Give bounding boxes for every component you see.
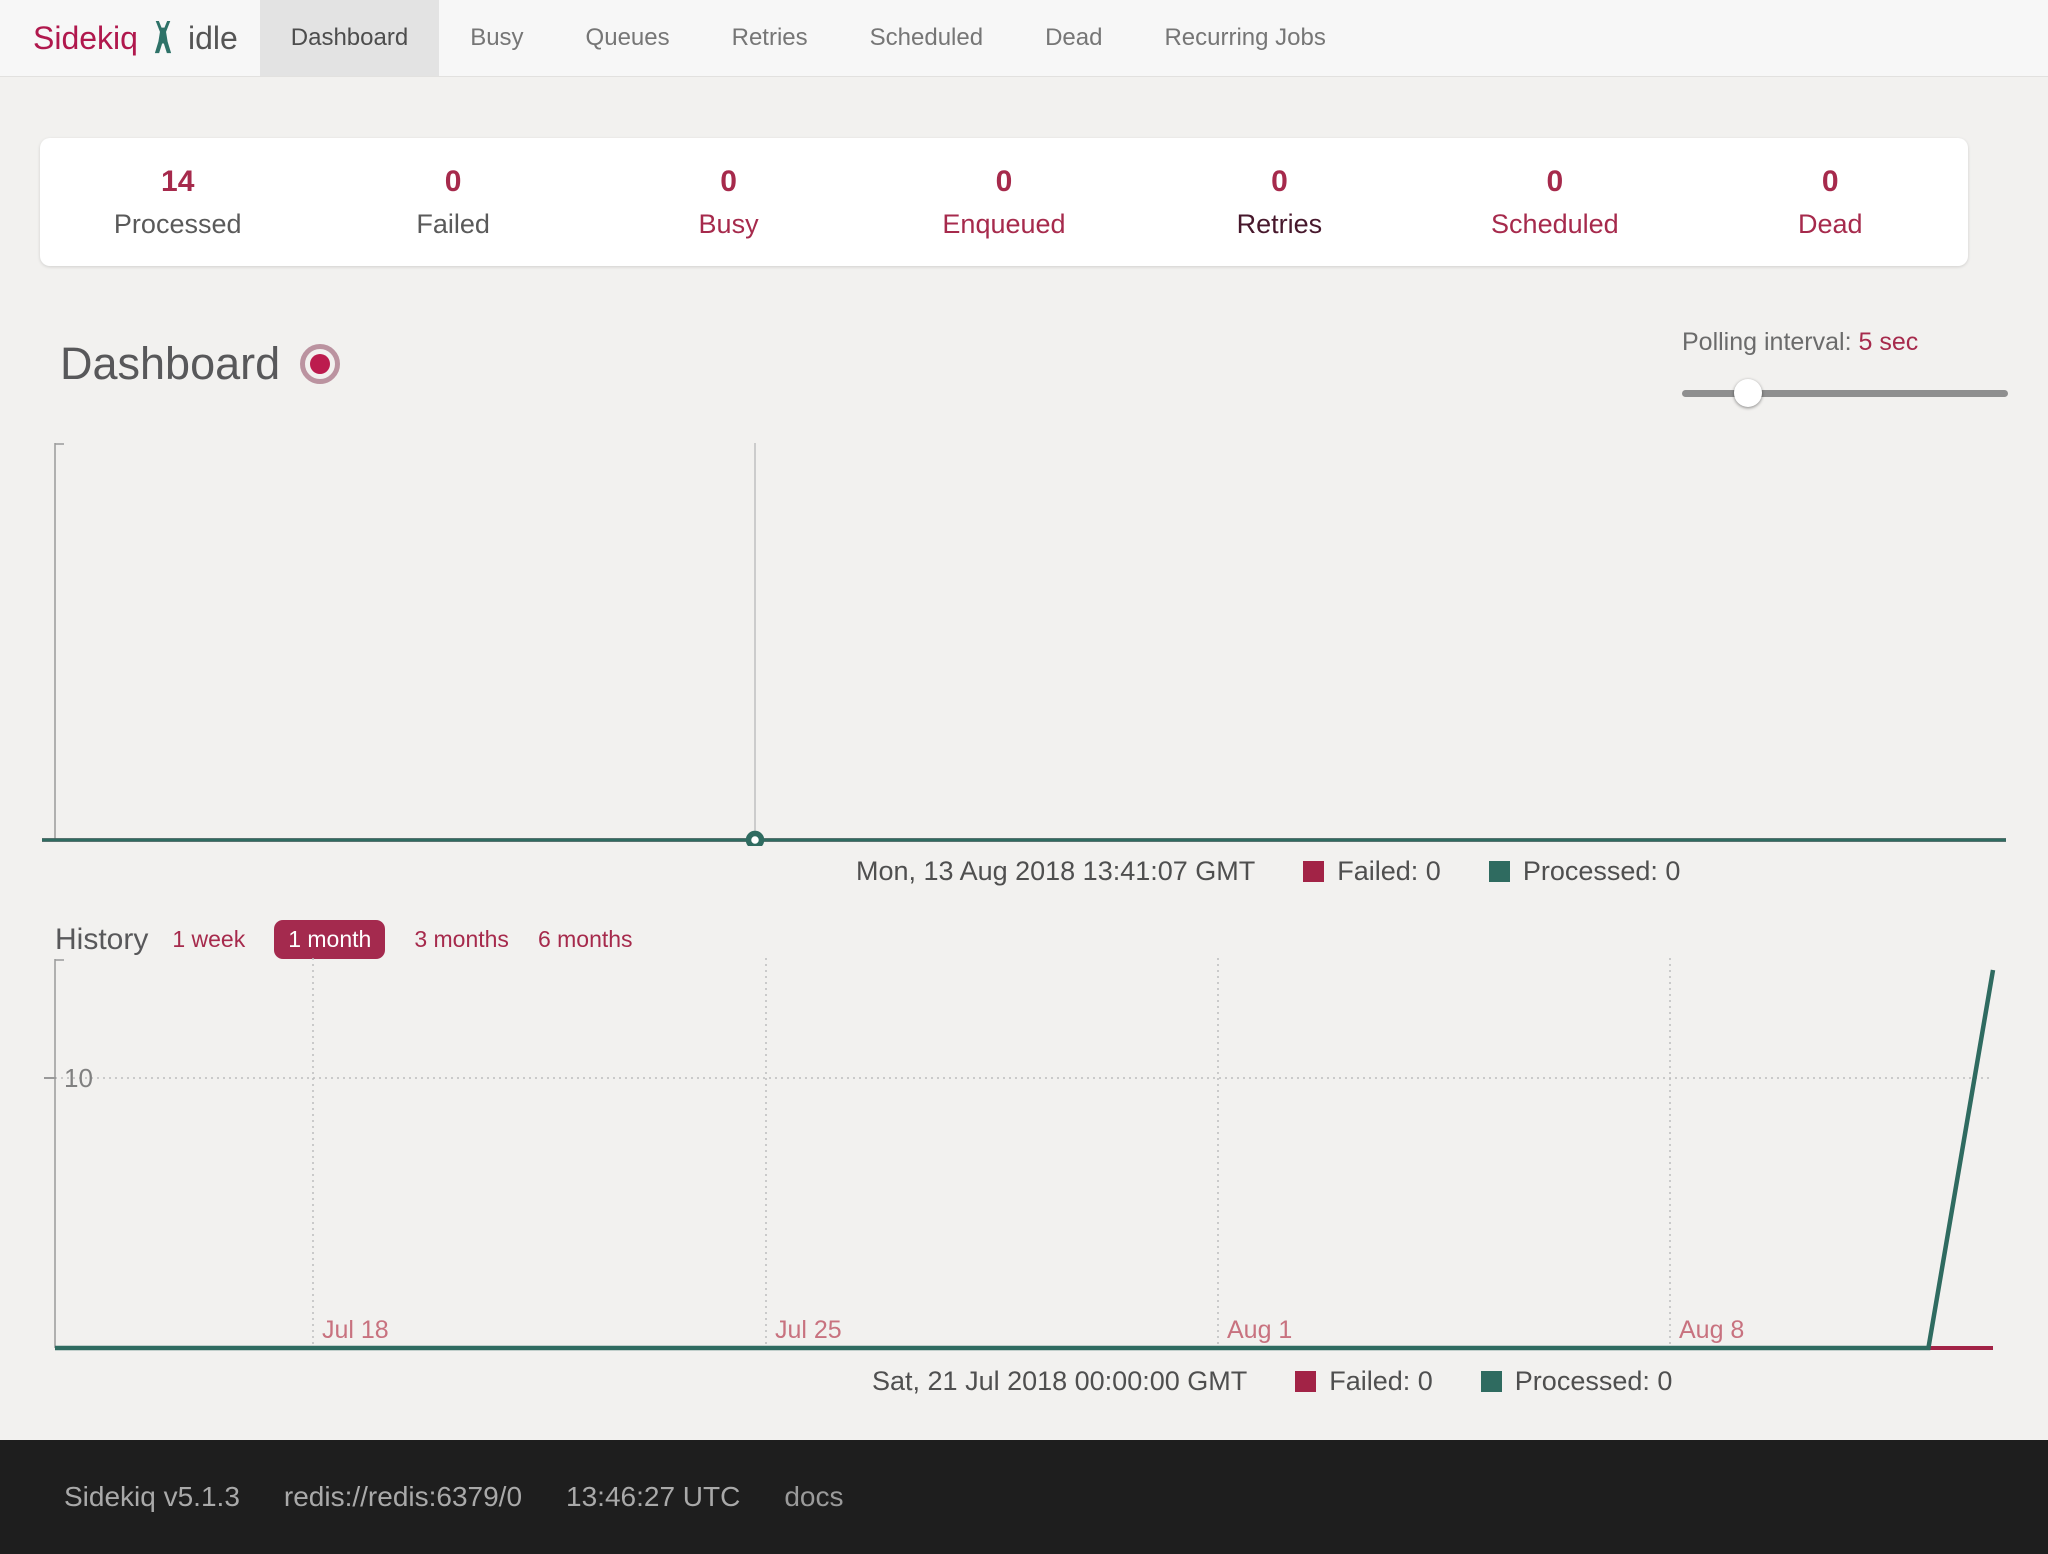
x-tick-jul-25: Jul 25 [775,1316,842,1344]
nav-items: Dashboard Busy Queues Retries Scheduled … [260,0,1357,76]
x-tick-aug-8: Aug 8 [1679,1316,1744,1344]
stat-processed: 14 Processed [40,159,315,245]
stat-failed: 0 Failed [315,159,590,245]
history-processed-label: Processed: 0 [1515,1366,1673,1397]
polling-slider[interactable] [1682,379,2008,407]
range-1-week[interactable]: 1 week [172,926,245,953]
polling-slider-thumb[interactable] [1734,379,1762,407]
footer-redis-url: redis://redis:6379/0 [284,1481,522,1513]
page-title: Dashboard [60,338,280,390]
stat-failed-label: Failed [315,204,590,245]
realtime-hover-point [749,834,762,847]
stat-processed-value: 14 [40,159,315,204]
realtime-processed-label: Processed: 0 [1523,856,1681,887]
y-tick-label-10: 10 [64,1063,93,1093]
realtime-failed-legend: Failed: 0 [1303,856,1441,887]
brand[interactable]: Sidekiq idle [0,0,260,76]
stat-retries-value: 0 [1142,159,1417,204]
stat-dead-link[interactable]: Dead [1693,204,1968,245]
realtime-chart[interactable] [0,436,2048,846]
realtime-hover-time: Mon, 13 Aug 2018 13:41:07 GMT [856,856,1255,887]
stat-enqueued-link[interactable]: Enqueued [866,204,1141,245]
processed-swatch-icon [1481,1371,1502,1392]
history-processed-line [55,970,1993,1348]
footer-version: Sidekiq v5.1.3 [64,1481,240,1513]
page-head: Dashboard [60,338,340,390]
realtime-legend: Mon, 13 Aug 2018 13:41:07 GMT Failed: 0 … [856,856,1680,887]
worker-status: idle [188,20,238,57]
range-6-months[interactable]: 6 months [538,926,633,953]
history-failed-legend: Failed: 0 [1295,1366,1433,1397]
history-title: History [55,923,148,957]
stat-failed-value: 0 [315,159,590,204]
stat-busy[interactable]: 0 Busy [591,159,866,245]
brand-name: Sidekiq [33,20,138,57]
history-processed-legend: Processed: 0 [1481,1366,1673,1397]
realtime-processed-legend: Processed: 0 [1489,856,1681,887]
polling-label-text: Polling interval: [1682,328,1852,356]
history-header: History 1 week 1 month 3 months 6 months [55,920,633,959]
stat-busy-value: 0 [591,159,866,204]
nav-item-queues[interactable]: Queues [555,0,701,76]
stat-retries[interactable]: 0 Retries [1142,159,1417,245]
x-tick-aug-1: Aug 1 [1227,1316,1292,1344]
failed-swatch-icon [1295,1371,1316,1392]
processed-swatch-icon [1489,861,1510,882]
polling-control: Polling interval: 5 sec [1682,328,2008,407]
nav-item-scheduled[interactable]: Scheduled [839,0,1014,76]
footer-docs-link[interactable]: docs [784,1481,843,1513]
stat-processed-label: Processed [40,204,315,245]
range-3-months[interactable]: 3 months [414,926,509,953]
footer: Sidekiq v5.1.3 redis://redis:6379/0 13:4… [0,1440,2048,1554]
sidekiq-logo-icon [150,21,176,55]
stat-scheduled[interactable]: 0 Scheduled [1417,159,1692,245]
x-tick-jul-18: Jul 18 [322,1316,389,1344]
history-ranges: 1 week 1 month 3 months 6 months [172,920,632,959]
range-1-month[interactable]: 1 month [274,920,385,959]
failed-swatch-icon [1303,861,1324,882]
nav-item-dashboard[interactable]: Dashboard [260,0,439,76]
navbar: Sidekiq idle Dashboard Busy Queues Retri… [0,0,2048,77]
polling-label: Polling interval: 5 sec [1682,328,2008,357]
stat-retries-link[interactable]: Retries [1142,204,1417,245]
stat-dead[interactable]: 0 Dead [1693,159,1968,245]
stat-enqueued[interactable]: 0 Enqueued [866,159,1141,245]
nav-item-dead[interactable]: Dead [1014,0,1133,76]
footer-server-time: 13:46:27 UTC [566,1481,740,1513]
stats-summary-card: 14 Processed 0 Failed 0 Busy 0 Enqueued … [40,138,1968,266]
nav-item-busy[interactable]: Busy [439,0,554,76]
nav-item-recurring-jobs[interactable]: Recurring Jobs [1133,0,1356,76]
sidekiq-dashboard-page: Sidekiq idle Dashboard Busy Queues Retri… [0,0,2048,1554]
history-chart[interactable]: 10 Jul 18 Jul 25 Aug 1 Aug 8 [0,958,2048,1378]
stat-scheduled-link[interactable]: Scheduled [1417,204,1692,245]
stat-dead-value: 0 [1693,159,1968,204]
history-hover-time: Sat, 21 Jul 2018 00:00:00 GMT [872,1366,1247,1397]
history-failed-label: Failed: 0 [1329,1366,1433,1397]
nav-item-retries[interactable]: Retries [701,0,839,76]
history-legend: Sat, 21 Jul 2018 00:00:00 GMT Failed: 0 … [872,1366,1672,1397]
polling-slider-track[interactable] [1682,390,2008,397]
realtime-failed-label: Failed: 0 [1337,856,1441,887]
polling-value-link[interactable]: 5 sec [1858,328,1918,356]
stat-scheduled-value: 0 [1417,159,1692,204]
stat-enqueued-value: 0 [866,159,1141,204]
live-beacon-icon [300,344,340,384]
stat-busy-link[interactable]: Busy [591,204,866,245]
